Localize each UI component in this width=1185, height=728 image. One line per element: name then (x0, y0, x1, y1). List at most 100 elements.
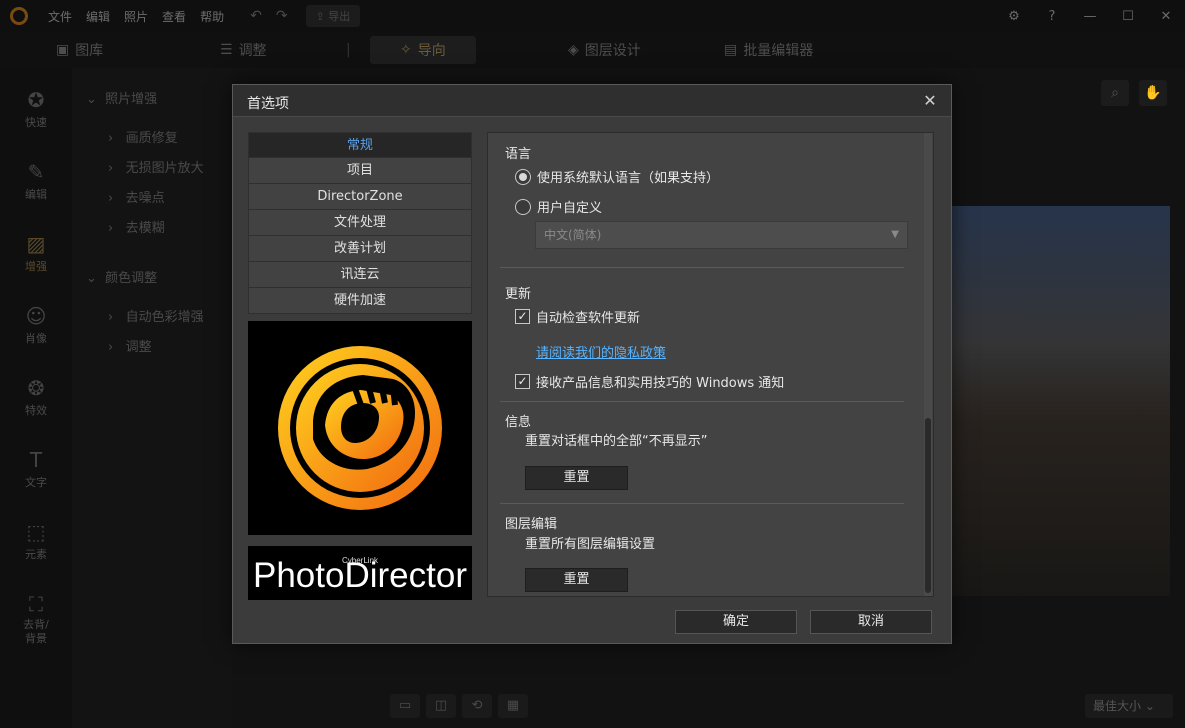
item-adjust[interactable]: › 调整 (108, 336, 152, 355)
privacy-policy-link[interactable]: 请阅读我们的隐私政策 (536, 342, 666, 361)
nav-improvement[interactable]: 改善计划 (248, 236, 472, 262)
item-auto-color[interactable]: › 自动色彩增强 (108, 306, 204, 325)
scrollbar-thumb[interactable] (925, 418, 931, 593)
group-color-adjust[interactable]: ⌄ 颜色调整 (86, 267, 157, 286)
menu-photo[interactable]: 照片 (124, 8, 148, 25)
enhance-icon: ▨ (26, 232, 46, 256)
tool-text[interactable]: T 文字 (0, 448, 72, 490)
photodirector-wordmark: CyberLink PhotoDirector (248, 546, 472, 600)
close-window-icon[interactable]: ✕ (1147, 9, 1185, 24)
export-label: 导出 (328, 10, 351, 23)
main-menu: 文件 编辑 照片 查看 帮助 (48, 8, 224, 25)
app-window: 文件 编辑 照片 查看 帮助 ↶ ↷ ⇪ 导出 ⚙ ? — ☐ ✕ ▣ 图库 ☰ 调… (0, 0, 1185, 728)
tool-enhance[interactable]: ▨ 增强 (0, 232, 72, 274)
checkbox-receive-tips[interactable]: ✓ 接收产品信息和实用技巧的 Windows 通知 (515, 372, 784, 391)
tab-library[interactable]: ▣ 图库 (56, 36, 103, 64)
language-heading: 语言 (505, 147, 532, 162)
batch-icon: ▤ (724, 42, 738, 58)
checkbox-auto-update[interactable]: ✓ 自动检查软件更新 (515, 307, 640, 326)
snapshot-icon[interactable]: ▦ (498, 694, 528, 718)
checkbox-receive-tips-label: 接收产品信息和实用技巧的 Windows 通知 (536, 376, 785, 391)
tool-quick-label: 快速 (25, 116, 47, 129)
zoom-fit-value: 最佳大小 (1093, 699, 1142, 713)
edit-icon: ✎ (27, 160, 45, 184)
reset-layer-edit-button[interactable]: 重置 (525, 568, 628, 592)
item-denoise[interactable]: › 去噪点 (108, 187, 165, 206)
tool-edit[interactable]: ✎ 编辑 (0, 160, 72, 202)
help-icon[interactable]: ? (1033, 9, 1071, 24)
tool-background[interactable]: ⛶ 去背/背景 (0, 592, 72, 646)
tool-elements[interactable]: ⬚ 元素 (0, 520, 72, 562)
undo-icon[interactable]: ↶ (250, 8, 262, 24)
search-zoom-icon[interactable]: ⌕ (1101, 80, 1129, 106)
minimize-icon[interactable]: — (1071, 9, 1109, 24)
tab-batch[interactable]: ▤ 批量编辑器 (724, 36, 813, 64)
nav-directorzone[interactable]: DirectorZone (248, 184, 472, 210)
effects-icon: ❂ (27, 376, 45, 400)
item-upscale-label: 无损图片放大 (125, 161, 204, 176)
group-photo-enhance[interactable]: ⌄ 照片增强 (86, 88, 157, 107)
nav-cyberlink-cloud[interactable]: 讯连云 (248, 262, 472, 288)
tool-portrait[interactable]: ☺ 肖像 (0, 304, 72, 346)
item-quality-restore[interactable]: › 画质修复 (108, 127, 178, 146)
view-mode-bar: ▭ ◫ ⟲ ▦ (390, 694, 528, 718)
radio-off-icon (515, 198, 531, 215)
nav-project[interactable]: 项目 (248, 158, 472, 184)
photodirector-logo-icon (278, 346, 442, 510)
photo-preview (950, 206, 1170, 596)
tab-library-label: 图库 (75, 43, 104, 59)
menu-help[interactable]: 帮助 (200, 8, 224, 25)
ok-button[interactable]: 确定 (675, 610, 797, 634)
tab-layers[interactable]: ◈ 图层设计 (568, 36, 641, 64)
tab-layers-label: 图层设计 (584, 43, 641, 59)
cancel-button[interactable]: 取消 (810, 610, 932, 634)
item-upscale[interactable]: › 无损图片放大 (108, 157, 204, 176)
maximize-icon[interactable]: ☐ (1109, 9, 1147, 24)
history-icon[interactable]: ⟲ (462, 694, 492, 718)
app-logo-icon (10, 7, 28, 25)
tool-effects[interactable]: ❂ 特效 (0, 376, 72, 418)
chevron-down-icon: ▼ (891, 229, 899, 240)
adjust-icon: ☰ (220, 42, 233, 58)
menu-edit[interactable]: 编辑 (86, 8, 110, 25)
compare-view-icon[interactable]: ◫ (426, 694, 456, 718)
tool-elements-label: 元素 (25, 548, 47, 561)
item-deblur-label: 去模糊 (125, 221, 165, 236)
item-quality-restore-label: 画质修复 (125, 131, 178, 146)
tab-adjust[interactable]: ☰ 调整 (220, 36, 267, 64)
export-button[interactable]: ⇪ 导出 (305, 5, 361, 27)
library-icon: ▣ (56, 42, 70, 58)
tab-guided-label: 导向 (417, 43, 446, 59)
single-view-icon[interactable]: ▭ (390, 694, 420, 718)
tool-effects-label: 特效 (25, 404, 47, 417)
language-select: 中文(简体) ▼ (535, 221, 908, 249)
zoom-fit-select[interactable]: 最佳大小 ⌄ (1085, 694, 1173, 718)
divider (500, 401, 904, 402)
redo-icon[interactable]: ↷ (276, 8, 288, 24)
mode-tabs: ▣ 图库 ☰ 调整 | ✧ 导向 ◈ 图层设计 ▤ 批量编辑器 (0, 32, 1185, 68)
settings-scrollbar[interactable] (924, 133, 932, 596)
view-tools: ⌕ ✋ (1101, 80, 1167, 106)
feature-panel: ⌄ 照片增强 › 画质修复 › 无损图片放大 › 去噪点 › 去模糊 ⌄ 颜色调… (72, 68, 232, 728)
radio-custom-language[interactable]: 用户自定义 (515, 197, 602, 216)
menu-file[interactable]: 文件 (48, 8, 72, 25)
divider (500, 267, 904, 268)
item-deblur[interactable]: › 去模糊 (108, 217, 165, 236)
item-auto-color-label: 自动色彩增强 (125, 310, 204, 325)
tool-quick[interactable]: ✪ 快速 (0, 88, 72, 130)
text-icon: T (29, 448, 43, 472)
nav-file-handling[interactable]: 文件处理 (248, 210, 472, 236)
reset-dialogs-button[interactable]: 重置 (525, 466, 628, 490)
close-icon[interactable]: ✕ (919, 90, 941, 112)
nav-hardware-acceleration[interactable]: 硬件加速 (248, 288, 472, 314)
radio-system-language[interactable]: 使用系统默认语言（如果支持） (515, 167, 719, 186)
tab-guided[interactable]: ✧ 导向 (370, 36, 476, 64)
hand-pan-icon[interactable]: ✋ (1139, 80, 1167, 106)
radio-custom-language-label: 用户自定义 (537, 201, 603, 216)
guided-wand-icon: ✧ (400, 42, 412, 58)
nav-general[interactable]: 常规 (248, 132, 472, 158)
menu-view[interactable]: 查看 (162, 8, 186, 25)
layer-edit-heading: 图层编辑 (505, 517, 558, 532)
settings-gear-icon[interactable]: ⚙ (995, 9, 1033, 24)
elements-icon: ⬚ (26, 520, 46, 544)
